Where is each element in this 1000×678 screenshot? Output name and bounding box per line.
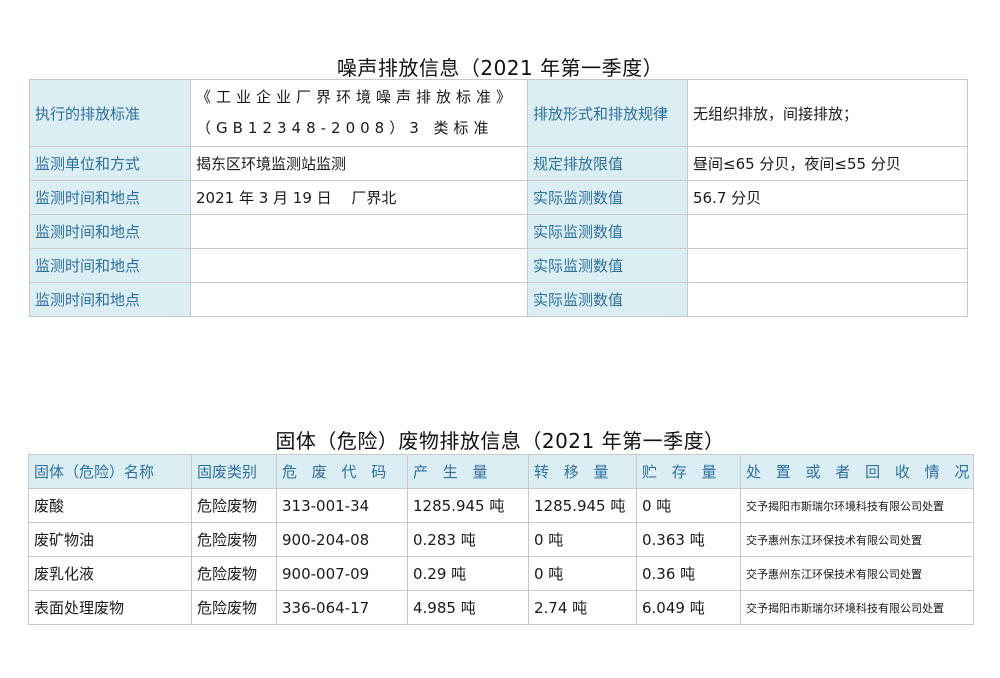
- limit-label: 规定排放限值: [527, 146, 688, 181]
- result-value: [687, 282, 968, 317]
- cell: 4.985 吨: [407, 590, 529, 625]
- cell: 0.36 吨: [636, 556, 741, 591]
- monitor-label: 监测时间和地点: [29, 180, 191, 215]
- waste-title: 固体（危险）废物排放信息（2021 年第一季度）: [275, 429, 725, 453]
- noise-title: 噪声排放信息（2021 年第一季度）: [336, 56, 664, 80]
- cell: 废酸: [28, 488, 192, 523]
- waste-table: 固体（危险）名称 固废类别 危 废 代 码 产 生 量 转 移 量 贮 存 量 …: [28, 454, 974, 625]
- monitor-value: [190, 248, 528, 283]
- header-category: 固废类别: [191, 454, 277, 489]
- cell: 0.283 吨: [407, 522, 529, 557]
- cell: 危险废物: [191, 488, 277, 523]
- standard-label: 执行的排放标准: [29, 79, 191, 147]
- header-code: 危 废 代 码: [276, 454, 408, 489]
- cell: 危险废物: [191, 590, 277, 625]
- cell: 0 吨: [528, 522, 637, 557]
- cell: 表面处理废物: [28, 590, 192, 625]
- cell: 900-204-08: [276, 522, 408, 557]
- noise-table: 执行的排放标准 《工业企业厂界环境噪声排放标准》（GB12348-2008）3 …: [29, 79, 968, 317]
- cell: 交予惠州东江环保技术有限公司处置: [740, 522, 974, 557]
- header-transferred: 转 移 量: [528, 454, 637, 489]
- result-value: [687, 214, 968, 249]
- cell: 1285.945 吨: [528, 488, 637, 523]
- cell: 313-001-34: [276, 488, 408, 523]
- unit-label: 监测单位和方式: [29, 146, 191, 181]
- result-value: 56.7 分贝: [687, 180, 968, 215]
- cell: 危险废物: [191, 522, 277, 557]
- table-row: 废酸 危险废物 313-001-34 1285.945 吨 1285.945 吨…: [28, 488, 974, 523]
- header-produced: 产 生 量: [407, 454, 529, 489]
- cell: 危险废物: [191, 556, 277, 591]
- table-row: 监测时间和地点 实际监测数值: [29, 282, 968, 317]
- monitor-value: [190, 214, 528, 249]
- monitor-label: 监测时间和地点: [29, 282, 191, 317]
- cell: 900-007-09: [276, 556, 408, 591]
- form-value: 无组织排放，间接排放；: [687, 79, 968, 147]
- table-row: 执行的排放标准 《工业企业厂界环境噪声排放标准》（GB12348-2008）3 …: [29, 79, 968, 147]
- cell: 废矿物油: [28, 522, 192, 557]
- monitor-value: [190, 282, 528, 317]
- result-value: [687, 248, 968, 283]
- table-row: 监测时间和地点 实际监测数值: [29, 248, 968, 283]
- table-row: 监测时间和地点 实际监测数值: [29, 214, 968, 249]
- cell: 2.74 吨: [528, 590, 637, 625]
- monitor-value: 2021 年 3 月 19 日 厂界北: [190, 180, 528, 215]
- cell: 交予惠州东江环保技术有限公司处置: [740, 556, 974, 591]
- table-row: 废矿物油 危险废物 900-204-08 0.283 吨 0 吨 0.363 吨…: [28, 522, 974, 557]
- cell: 0.29 吨: [407, 556, 529, 591]
- table-row: 废乳化液 危险废物 900-007-09 0.29 吨 0 吨 0.36 吨 交…: [28, 556, 974, 591]
- cell: 0 吨: [528, 556, 637, 591]
- unit-value: 揭东区环境监测站监测: [190, 146, 528, 181]
- result-label: 实际监测数值: [527, 214, 688, 249]
- header-name: 固体（危险）名称: [28, 454, 192, 489]
- cell: 交予揭阳市斯瑞尔环境科技有限公司处置: [740, 590, 974, 625]
- table-row: 表面处理废物 危险废物 336-064-17 4.985 吨 2.74 吨 6.…: [28, 590, 974, 625]
- cell: 6.049 吨: [636, 590, 741, 625]
- table-header-row: 固体（危险）名称 固废类别 危 废 代 码 产 生 量 转 移 量 贮 存 量 …: [28, 454, 974, 489]
- cell: 0 吨: [636, 488, 741, 523]
- cell: 交予揭阳市斯瑞尔环境科技有限公司处置: [740, 488, 974, 523]
- result-label: 实际监测数值: [527, 180, 688, 215]
- table-row: 监测单位和方式 揭东区环境监测站监测 规定排放限值 昼间≤65 分贝，夜间≤55…: [29, 146, 968, 181]
- form-label: 排放形式和排放规律: [527, 79, 688, 147]
- table-row: 监测时间和地点 2021 年 3 月 19 日 厂界北 实际监测数值 56.7 …: [29, 180, 968, 215]
- cell: 废乳化液: [28, 556, 192, 591]
- header-stored: 贮 存 量: [636, 454, 741, 489]
- cell: 1285.945 吨: [407, 488, 529, 523]
- cell: 0.363 吨: [636, 522, 741, 557]
- standard-value: 《工业企业厂界环境噪声排放标准》（GB12348-2008）3 类标准: [190, 79, 528, 147]
- limit-value: 昼间≤65 分贝，夜间≤55 分贝: [687, 146, 968, 181]
- monitor-label: 监测时间和地点: [29, 248, 191, 283]
- cell: 336-064-17: [276, 590, 408, 625]
- header-disposal: 处 置 或 者 回 收 情 况: [740, 454, 974, 489]
- monitor-label: 监测时间和地点: [29, 214, 191, 249]
- result-label: 实际监测数值: [527, 282, 688, 317]
- result-label: 实际监测数值: [527, 248, 688, 283]
